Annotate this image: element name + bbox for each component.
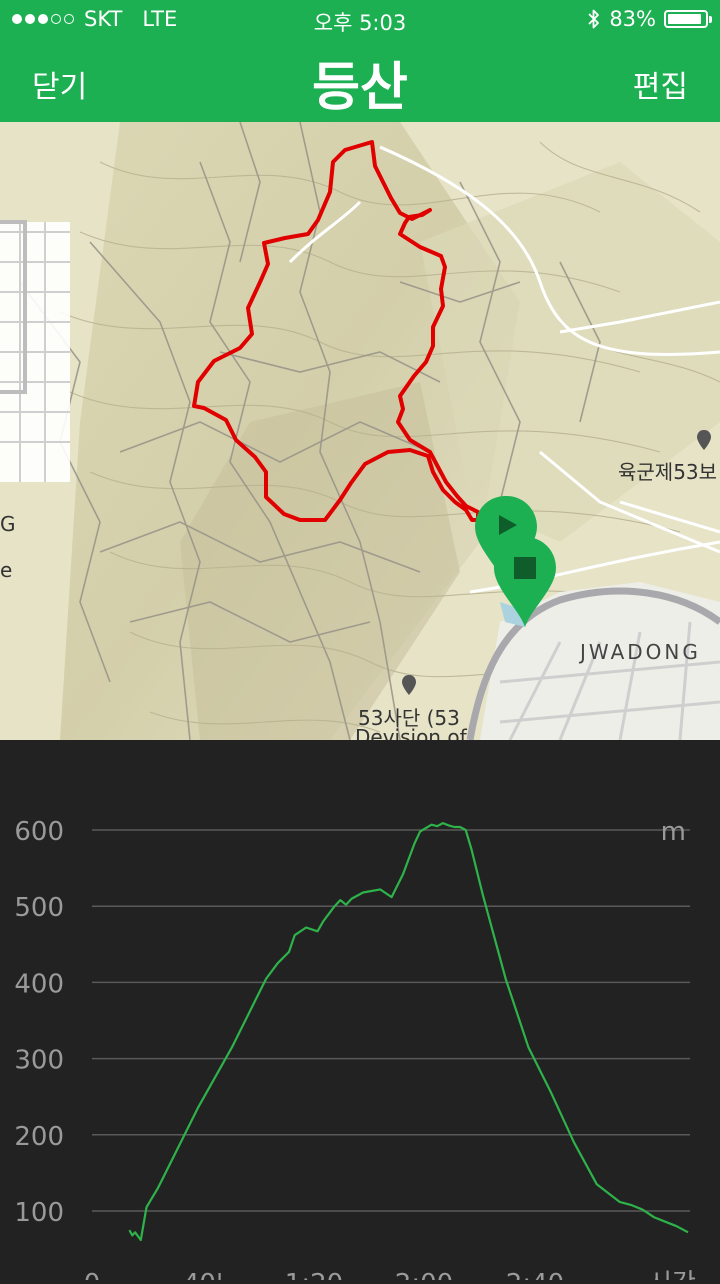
district-label: JWADONG: [580, 640, 701, 664]
x-tick-label: 2:00: [395, 1269, 453, 1280]
battery-icon: [664, 10, 712, 28]
edge-label-e: e: [0, 558, 13, 582]
unit-label: m: [661, 817, 686, 847]
poi-label-east: 육군제53보: [618, 460, 718, 484]
edit-button[interactable]: 편집: [633, 62, 688, 106]
x-tick-label: 시간: [648, 1269, 696, 1280]
stop-marker-icon: [514, 557, 536, 579]
y-tick-label: 100: [14, 1198, 64, 1228]
urban-area-west: [0, 220, 70, 482]
elevation-chart-svg: 100 200 300 400 500 600 m 0 40' 1:20 2:00 2:40 시간: [14, 817, 696, 1284]
x-tick-label: 0: [84, 1269, 101, 1280]
y-tick-label: 500: [14, 893, 64, 923]
page-title: 등산: [312, 58, 408, 118]
x-tick-label: 2:40: [506, 1269, 564, 1280]
edge-label-g: G: [0, 512, 16, 536]
poi-label-south-line2: Devision of: [355, 725, 467, 740]
y-tick-label: 600: [14, 817, 64, 847]
bluetooth-icon: [588, 9, 600, 29]
x-tick-label: 1:20: [285, 1269, 343, 1280]
x-tick-label: 40': [183, 1269, 223, 1280]
status-bar: SKT LTE 오후 5:03 83%: [0, 0, 720, 40]
elevation-chart: 100 200 300 400 500 600 m 0 40' 1:20 2:00 2:40 시간: [0, 740, 720, 1284]
battery-percent: 83%: [609, 7, 656, 31]
navigation-bar: 닫기 등산 편집: [0, 40, 720, 122]
header: SKT LTE 오후 5:03 83% 닫기 등산 편집: [0, 0, 720, 122]
elevation-line: [128, 821, 689, 1242]
y-tick-label: 200: [14, 1122, 64, 1152]
y-tick-label: 400: [14, 969, 64, 999]
route-map[interactable]: 육군제53보 JWADONG 53사단 (53 Devision of G e: [0, 122, 720, 740]
y-tick-label: 300: [14, 1046, 64, 1076]
